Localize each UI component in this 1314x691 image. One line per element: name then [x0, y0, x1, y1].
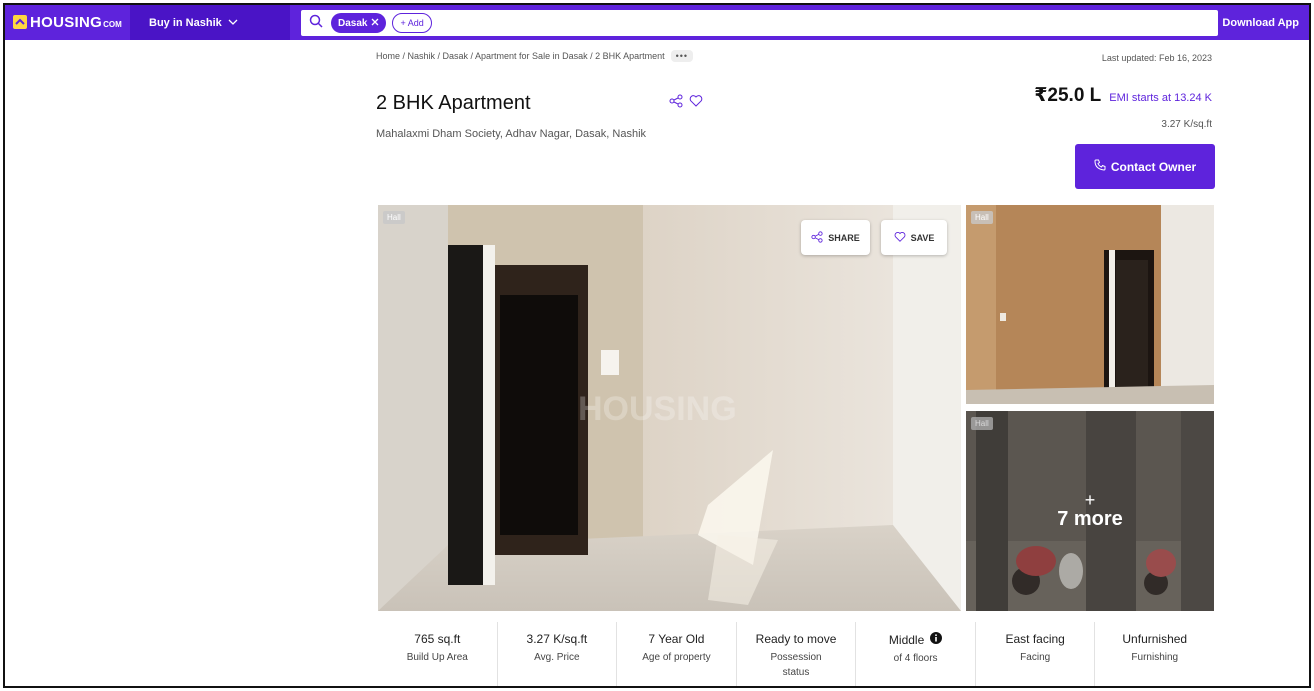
listing-address: Mahalaxmi Dham Society, Adhav Nagar, Das…: [376, 128, 647, 140]
stat-value: Unfurnished: [1122, 632, 1188, 646]
share-icon[interactable]: [669, 94, 683, 113]
breadcrumb-text[interactable]: Home / Nashik / Dasak / Apartment for Sa…: [376, 51, 665, 61]
price-block: ₹25.0 L EMI starts at 13.24 K: [1034, 84, 1212, 107]
share-icon: [811, 230, 823, 245]
plus-icon: +: [1084, 489, 1096, 510]
logo-icon: [13, 15, 27, 29]
stat-age-of-property: 7 Year Old Age of property: [617, 622, 737, 686]
page-frame: HOUSING COM Buy in Nashik Dasak + Add Do…: [3, 3, 1311, 688]
stat-facing: East facing Facing: [976, 622, 1096, 686]
stat-label: Facing: [1020, 652, 1051, 663]
stat-label: Possession status: [770, 652, 822, 678]
stat-value: 765 sq.ft: [414, 632, 461, 646]
phone-icon: [1210, 15, 1218, 30]
stat-build-up-area: 765 sq.ft Build Up Area: [378, 622, 498, 686]
search-icon: [309, 14, 323, 33]
photo-tag-hall: Hall: [971, 211, 993, 224]
price-per-sqft: 3.27 K/sq.ft: [1161, 119, 1212, 130]
stat-floor: Middle of 4 floors: [856, 622, 976, 686]
add-locality-button[interactable]: + Add: [392, 13, 432, 33]
logo-suffix: COM: [103, 20, 122, 29]
stat-value: 7 Year Old: [648, 632, 705, 646]
download-app-label: Download App: [1222, 16, 1299, 29]
info-icon[interactable]: [930, 632, 943, 647]
side-property-photo-1[interactable]: Hall: [966, 205, 1214, 404]
photo-save-button[interactable]: SAVE: [881, 220, 947, 255]
photo-tag-hall: Hall: [383, 211, 405, 224]
phone-call-icon: [1094, 159, 1106, 174]
property-stats: 765 sq.ft Build Up Area 3.27 K/sq.ft Avg…: [378, 622, 1214, 686]
breadcrumb: Home / Nashik / Dasak / Apartment for Sa…: [376, 50, 694, 62]
heart-icon[interactable]: [689, 94, 703, 113]
photo-share-label: SHARE: [828, 232, 860, 243]
title-actions: [669, 94, 703, 113]
emi-link[interactable]: EMI starts at 13.24 K: [1109, 92, 1212, 104]
city-dropdown-label: Buy in Nashik: [149, 16, 222, 29]
stat-avg-price: 3.27 K/sq.ft Avg. Price: [498, 622, 618, 686]
stat-value: East facing: [1005, 632, 1065, 646]
contact-owner-label: Contact Owner: [1110, 159, 1197, 174]
stat-furnishing: Unfurnished Furnishing: [1095, 622, 1214, 686]
last-updated: Last updated: Feb 16, 2023: [1101, 53, 1212, 63]
stat-label: Furnishing: [1131, 652, 1179, 663]
locality-chip-label: Dasak: [338, 17, 368, 29]
photo-share-button[interactable]: SHARE: [801, 220, 870, 255]
download-app-button[interactable]: Download App: [1210, 15, 1299, 30]
room-photo-illustration: HOUSING: [378, 205, 961, 611]
stat-label: of 4 floors: [893, 653, 938, 664]
stat-value: Ready to move: [755, 632, 837, 646]
city-dropdown-button[interactable]: Buy in Nashik: [130, 5, 290, 40]
stat-possession-status: Ready to move Possession status: [737, 622, 857, 686]
remove-chip-icon[interactable]: [371, 18, 379, 29]
photo-watermark: HOUSING: [578, 390, 737, 428]
housing-logo[interactable]: HOUSING COM: [13, 13, 122, 31]
top-navbar: HOUSING COM Buy in Nashik Dasak + Add Do…: [5, 5, 1309, 40]
listing-title: 2 BHK Apartment: [376, 92, 531, 114]
side-property-photo-2[interactable]: Hall + 7 more: [966, 411, 1214, 611]
breadcrumb-more-button[interactable]: •••: [670, 50, 694, 62]
stat-label: Avg. Price: [534, 652, 580, 663]
chevron-down-icon: [228, 17, 238, 29]
heart-icon: [894, 231, 906, 245]
main-property-photo[interactable]: HOUSING Hall SHARE SAVE: [378, 205, 961, 611]
stat-value: 3.27 K/sq.ft: [526, 632, 588, 646]
contact-owner-button[interactable]: Contact Owner: [1075, 144, 1215, 189]
logo-text: HOUSING: [30, 13, 103, 31]
more-photos-overlay[interactable]: + 7 more: [966, 411, 1214, 611]
search-bar[interactable]: Dasak + Add: [301, 10, 1218, 36]
photo-save-label: SAVE: [910, 232, 935, 243]
stat-label: Age of property: [642, 652, 711, 663]
locality-chip[interactable]: Dasak: [331, 13, 387, 33]
room-photo-illustration: [966, 205, 1214, 404]
more-photos-label: 7 more: [1057, 507, 1123, 530]
stat-label: Build Up Area: [406, 652, 468, 663]
stat-value: Middle: [888, 632, 925, 647]
listing-price: ₹25.0 L: [1034, 85, 1102, 106]
